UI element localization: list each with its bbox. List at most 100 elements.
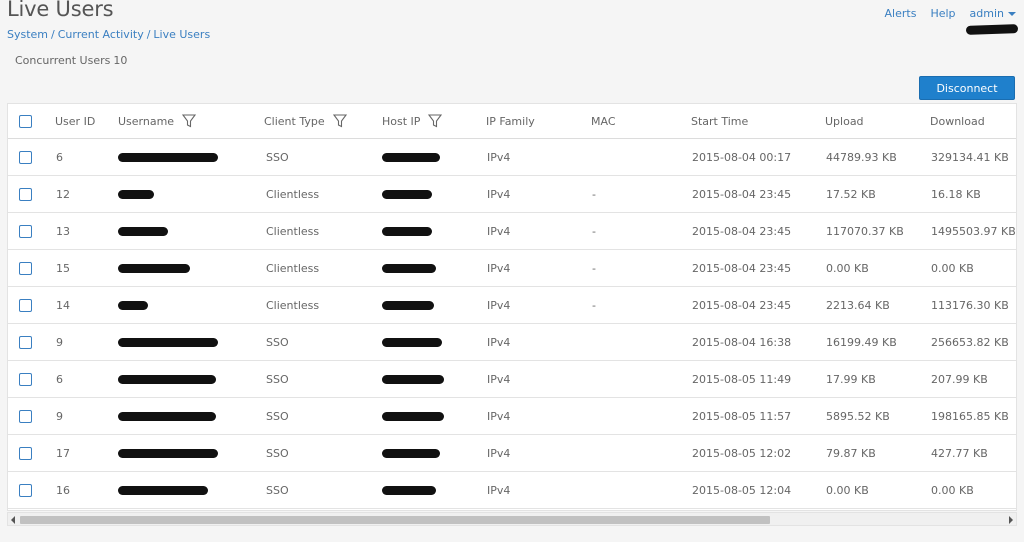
- cell-ip-family: IPv4: [487, 224, 511, 238]
- select-all-cell: [19, 104, 32, 138]
- cell-client-type: SSO: [266, 409, 289, 423]
- cell-start-time: 2015-08-04 23:45: [692, 187, 792, 201]
- filter-icon[interactable]: [428, 114, 443, 128]
- column-client-type[interactable]: Client Type: [264, 104, 347, 138]
- horizontal-scrollbar[interactable]: [7, 512, 1017, 526]
- column-username[interactable]: Username: [118, 104, 197, 138]
- column-upload[interactable]: Upload: [825, 104, 864, 138]
- admin-menu[interactable]: admin: [970, 7, 1016, 20]
- cell-username: [118, 435, 218, 471]
- cell-upload: 5895.52 KB: [826, 409, 890, 423]
- cell-upload: 17.99 KB: [826, 372, 876, 386]
- row-checkbox[interactable]: [19, 483, 32, 497]
- row-checkbox[interactable]: [19, 261, 32, 275]
- breadcrumb-live-users[interactable]: Live Users: [153, 28, 210, 41]
- scroll-left-icon[interactable]: [11, 516, 15, 524]
- cell-ip-family: IPv4: [487, 335, 511, 349]
- redacted-host-ip: [382, 485, 436, 495]
- cell-host-ip: [382, 213, 432, 249]
- row-checkbox[interactable]: [19, 409, 32, 423]
- redacted-host-ip: [382, 189, 432, 199]
- redacted-host-ip: [382, 374, 444, 384]
- cell-username: [118, 472, 208, 508]
- cell-download: 198165.85 KB: [931, 409, 1009, 423]
- row-checkbox[interactable]: [19, 150, 32, 164]
- scroll-right-icon[interactable]: [1009, 516, 1013, 524]
- row-select-cell: [19, 361, 32, 397]
- cell-download: 0.00 KB: [931, 261, 974, 275]
- redacted-host-ip: [382, 448, 440, 458]
- column-ip-family[interactable]: IP Family: [486, 104, 535, 138]
- table-row[interactable]: 6 SSO IPv4 2015-08-05 11:49 17.99 KB 207…: [8, 361, 1016, 398]
- redacted-host-ip: [382, 337, 442, 347]
- cell-username: [118, 250, 190, 286]
- table-header: User ID Username Client Type Host IP IP …: [8, 104, 1016, 139]
- table-row[interactable]: 17 SSO IPv4 2015-08-05 12:02 79.87 KB 42…: [8, 435, 1016, 472]
- cell-download: 427.77 KB: [931, 446, 988, 460]
- redacted-host-ip: [382, 226, 432, 236]
- cell-user-id: 15: [56, 261, 70, 275]
- redacted-host-ip: [382, 263, 436, 273]
- cell-mac: -: [592, 224, 596, 238]
- cell-client-type: SSO: [266, 150, 289, 164]
- scroll-thumb[interactable]: [20, 516, 770, 524]
- cell-start-time: 2015-08-05 12:04: [692, 483, 792, 497]
- breadcrumb-system[interactable]: System: [7, 28, 48, 41]
- cell-ip-family: IPv4: [487, 483, 511, 497]
- row-checkbox[interactable]: [19, 224, 32, 238]
- row-checkbox[interactable]: [19, 298, 32, 312]
- cell-username: [118, 176, 154, 212]
- disconnect-button[interactable]: Disconnect: [919, 76, 1015, 100]
- cell-host-ip: [382, 398, 444, 434]
- table-row[interactable]: 6 SSO IPv4 2015-08-04 00:17 44789.93 KB …: [8, 139, 1016, 176]
- cell-host-ip: [382, 472, 436, 508]
- select-all-checkbox[interactable]: [19, 114, 32, 128]
- cell-upload: 16199.49 KB: [826, 335, 897, 349]
- cell-host-ip: [382, 324, 442, 360]
- cell-user-id: 9: [56, 409, 63, 423]
- redacted-username: [118, 152, 218, 162]
- cell-mac: -: [592, 298, 596, 312]
- cell-user-id: 17: [56, 446, 70, 460]
- redacted-username: [118, 485, 208, 495]
- cell-upload: 0.00 KB: [826, 483, 869, 497]
- cell-user-id: 14: [56, 298, 70, 312]
- cell-upload: 79.87 KB: [826, 446, 876, 460]
- cell-ip-family: IPv4: [487, 187, 511, 201]
- cell-start-time: 2015-08-04 23:45: [692, 261, 792, 275]
- cell-upload: 117070.37 KB: [826, 224, 904, 238]
- table-row[interactable]: 13 Clientless IPv4 - 2015-08-04 23:45 11…: [8, 213, 1016, 250]
- table-row[interactable]: 14 Clientless IPv4 - 2015-08-04 23:45 22…: [8, 287, 1016, 324]
- cell-ip-family: IPv4: [487, 372, 511, 386]
- cell-ip-family: IPv4: [487, 261, 511, 275]
- table-row[interactable]: 15 Clientless IPv4 - 2015-08-04 23:45 0.…: [8, 250, 1016, 287]
- column-user-id[interactable]: User ID: [55, 104, 95, 138]
- column-mac[interactable]: MAC: [591, 104, 616, 138]
- row-checkbox[interactable]: [19, 187, 32, 201]
- cell-upload: 17.52 KB: [826, 187, 876, 201]
- table-row[interactable]: 9 SSO IPv4 2015-08-05 11:57 5895.52 KB 1…: [8, 398, 1016, 435]
- help-link[interactable]: Help: [930, 7, 955, 20]
- cell-start-time: 2015-08-04 23:45: [692, 298, 792, 312]
- table-row[interactable]: 16 SSO IPv4 2015-08-05 12:04 0.00 KB 0.0…: [8, 472, 1016, 509]
- cell-user-id: 12: [56, 187, 70, 201]
- row-select-cell: [19, 472, 32, 508]
- cell-host-ip: [382, 250, 436, 286]
- table-row[interactable]: 12 Clientless IPv4 - 2015-08-04 23:45 17…: [8, 176, 1016, 213]
- table-row[interactable]: 9 SSO IPv4 2015-08-04 16:38 16199.49 KB …: [8, 324, 1016, 361]
- cell-start-time: 2015-08-05 11:57: [692, 409, 792, 423]
- column-start-time[interactable]: Start Time: [691, 104, 748, 138]
- breadcrumb-current-activity[interactable]: Current Activity: [58, 28, 144, 41]
- filter-icon[interactable]: [182, 114, 197, 128]
- redacted-username: [118, 226, 168, 236]
- column-host-ip[interactable]: Host IP: [382, 104, 443, 138]
- alerts-link[interactable]: Alerts: [885, 7, 917, 20]
- cell-download: 256653.82 KB: [931, 335, 1009, 349]
- filter-icon[interactable]: [332, 114, 347, 128]
- column-download[interactable]: Download: [930, 104, 985, 138]
- row-checkbox[interactable]: [19, 446, 32, 460]
- row-checkbox[interactable]: [19, 335, 32, 349]
- cell-username: [118, 213, 168, 249]
- cell-upload: 44789.93 KB: [826, 150, 897, 164]
- row-checkbox[interactable]: [19, 372, 32, 386]
